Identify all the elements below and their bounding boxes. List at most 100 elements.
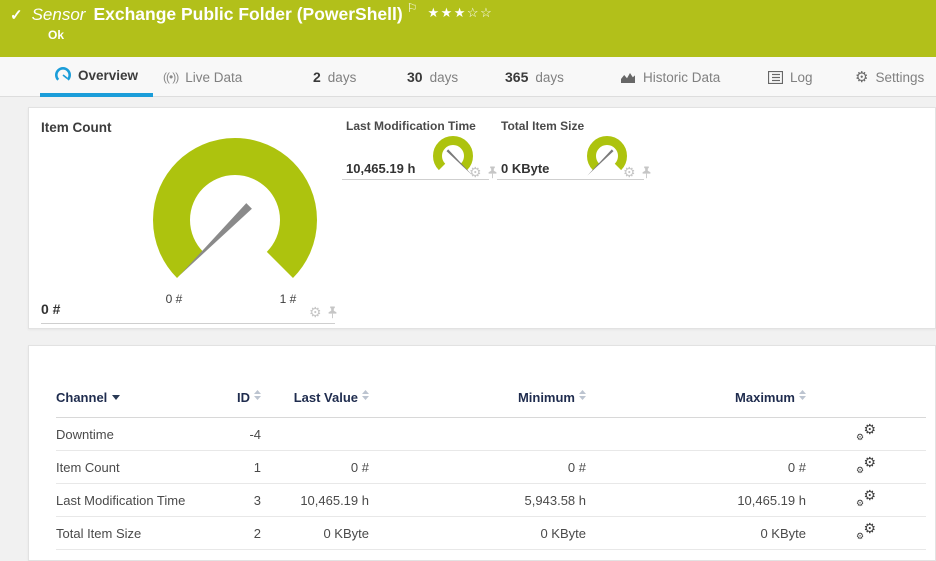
gauge-scale-min: 0 # [165, 292, 183, 306]
tab-settings[interactable]: ⚙ Settings [855, 57, 924, 97]
channel-minimum: 5,943.58 h [369, 483, 586, 517]
column-header-actions [806, 346, 926, 418]
item-count-value: 0 # [41, 301, 61, 317]
total-item-size-title: Total Item Size [501, 119, 585, 133]
gauge-settings-icon[interactable]: ⚙ [309, 305, 322, 319]
tab-live-data-label: Live Data [185, 69, 243, 85]
item-count-gauge [153, 138, 317, 278]
tab-2-days-label: days [327, 69, 357, 85]
tab-2-days[interactable]: 2 days [313, 57, 356, 97]
channels-panel: Channel ID Last Value Minimum Maximum Do… [28, 345, 936, 561]
broadcast-icon: ((•)) [163, 70, 179, 84]
channel-settings-icon[interactable]: ⚙ ⚙ [856, 488, 876, 508]
channels-table: Channel ID Last Value Minimum Maximum Do… [56, 346, 926, 550]
table-row[interactable]: Downtime -4 ⚙ ⚙ [56, 417, 926, 451]
tab-30-days-number: 30 [407, 69, 423, 85]
channel-maximum [586, 417, 806, 451]
sensor-status-header: ✓ Sensor Exchange Public Folder (PowerSh… [0, 0, 936, 57]
last-modification-time-tools: ⚙ [469, 165, 498, 179]
gear-icon: ⚙ [855, 68, 869, 86]
last-modification-time-value: 10,465.19 h [346, 161, 416, 176]
channel-last-value [261, 417, 369, 451]
channel-name[interactable]: Total Item Size [56, 516, 216, 550]
tab-365-days-label: days [535, 69, 564, 85]
tab-log-label: Log [790, 69, 813, 85]
pin-icon[interactable] [487, 166, 498, 179]
column-header-last-value[interactable]: Last Value [261, 346, 369, 418]
table-header-row: Channel ID Last Value Minimum Maximum [56, 346, 926, 418]
divider [497, 179, 644, 180]
gauge-settings-icon[interactable]: ⚙ [469, 165, 482, 179]
sort-icon [799, 388, 806, 403]
tab-30-days-label: days [429, 69, 459, 85]
channel-id: 1 [216, 450, 261, 484]
log-list-icon [768, 70, 783, 84]
tab-historic-data-label: Historic Data [643, 69, 721, 85]
channel-maximum: 0 # [586, 450, 806, 484]
column-header-id-label: ID [237, 390, 250, 405]
sort-desc-icon [112, 388, 121, 403]
prtg-sensor-page: ✓ Sensor Exchange Public Folder (PowerSh… [0, 0, 936, 561]
channel-minimum [369, 417, 586, 451]
tab-bar: Overview ((•)) Live Data 2 days 30 days … [0, 57, 936, 97]
total-item-size-tools: ⚙ [623, 165, 652, 179]
priority-stars[interactable]: ★★★☆☆ [427, 5, 493, 21]
table-row[interactable]: Item Count 1 0 # 0 # 0 # ⚙ ⚙ [56, 450, 926, 484]
status-ok-check-icon: ✓ [10, 7, 23, 24]
object-kind-label: Sensor [31, 5, 86, 24]
area-chart-icon [621, 72, 635, 83]
pin-icon[interactable] [641, 166, 652, 179]
gauge-scale-max: 1 # [279, 292, 297, 306]
channel-id: 3 [216, 483, 261, 517]
channel-minimum: 0 # [369, 450, 586, 484]
column-header-channel-label: Channel [56, 390, 108, 405]
channel-last-value: 0 # [261, 450, 369, 484]
item-count-gauge-tools: ⚙ [309, 305, 338, 319]
channel-id: -4 [216, 417, 261, 451]
column-header-minimum[interactable]: Minimum [369, 346, 586, 418]
sort-icon [579, 388, 586, 403]
channel-settings-icon[interactable]: ⚙ ⚙ [856, 422, 876, 442]
column-header-id[interactable]: ID [216, 346, 261, 418]
channel-last-value: 0 KByte [261, 516, 369, 550]
tab-365-days[interactable]: 365 days [505, 57, 564, 97]
column-header-channel[interactable]: Channel [56, 346, 216, 418]
gauges-panel: Item Count 0 # 1 # 0 # ⚙ Last Modificati… [28, 107, 936, 329]
channel-minimum: 0 KByte [369, 516, 586, 550]
tab-live-data[interactable]: ((•)) Live Data [163, 57, 242, 97]
gauge-settings-icon[interactable]: ⚙ [623, 165, 636, 179]
channel-name[interactable]: Downtime [56, 417, 216, 451]
channel-last-value: 10,465.19 h [261, 483, 369, 517]
channel-id: 2 [216, 516, 261, 550]
column-header-maximum[interactable]: Maximum [586, 346, 806, 418]
table-row[interactable]: Total Item Size 2 0 KByte 0 KByte 0 KByt… [56, 516, 926, 550]
gauge-icon [55, 67, 71, 81]
sensor-status-text: Ok [48, 28, 65, 42]
tab-log[interactable]: Log [768, 57, 813, 97]
item-count-gauge-title: Item Count [41, 120, 112, 135]
sensor-name: Exchange Public Folder (PowerShell) [93, 4, 403, 24]
channel-maximum: 10,465.19 h [586, 483, 806, 517]
column-header-minimum-label: Minimum [517, 390, 575, 405]
tab-overview[interactable]: Overview [40, 57, 153, 97]
channel-settings-icon[interactable]: ⚙ ⚙ [856, 521, 876, 541]
channel-name[interactable]: Last Modification Time [56, 483, 216, 517]
tab-settings-label: Settings [875, 69, 925, 85]
tab-overview-label: Overview [77, 67, 139, 83]
total-item-size-value: 0 KByte [501, 161, 550, 176]
tab-365-days-number: 365 [505, 69, 529, 85]
channel-maximum: 0 KByte [586, 516, 806, 550]
divider [41, 323, 335, 324]
table-row[interactable]: Last Modification Time 3 10,465.19 h 5,9… [56, 483, 926, 517]
pin-icon[interactable] [327, 306, 338, 319]
column-header-maximum-label: Maximum [735, 390, 795, 405]
priority-flag-icon[interactable]: ⚐ [407, 1, 418, 15]
divider [342, 179, 489, 180]
sort-icon [362, 388, 369, 403]
tab-30-days[interactable]: 30 days [407, 57, 458, 97]
column-header-last-value-label: Last Value [293, 390, 358, 405]
tab-historic-data[interactable]: Historic Data [620, 57, 720, 97]
sort-icon [254, 388, 261, 403]
channel-name[interactable]: Item Count [56, 450, 216, 484]
channel-settings-icon[interactable]: ⚙ ⚙ [856, 455, 876, 475]
